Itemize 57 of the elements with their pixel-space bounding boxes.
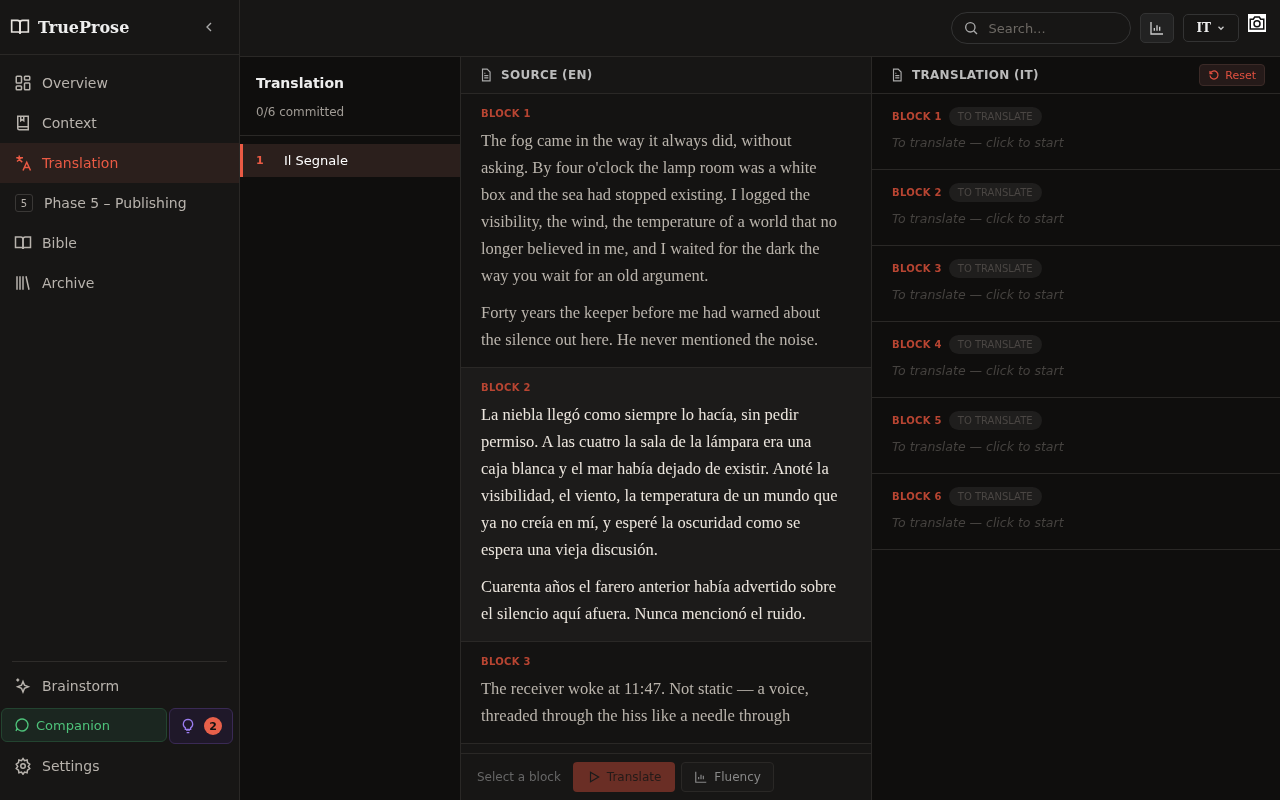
block-label: BLOCK 2 [892, 187, 942, 198]
nav-item[interactable]: 5 Phase 5 – Publishing [0, 183, 239, 223]
bar-chart-icon [694, 770, 709, 784]
book-icon [14, 114, 32, 132]
block-label: BLOCK 1 [481, 108, 532, 119]
paragraph: Forty years the keeper before me had warned about the silence out here. He never mentioned the noise. [481, 302, 822, 351]
stats-button[interactable] [1140, 13, 1175, 43]
brainstorm-item[interactable]: Brainstorm [0, 666, 239, 706]
nav-item[interactable]: Overview [0, 63, 239, 103]
document-icon [479, 68, 493, 82]
paragraph: La niebla llegó como siempre lo hacía, sin pedir permiso. A las cuatro la sala de la lámpara era una caja blanca y el mar había dejado de existir. Anoté la visibilidad, el viento, la temperatura de un mundo que ya no creía en mí, y esperé la oscuridad como se espera una vieja discusión. [481, 404, 839, 561]
library-icon [14, 274, 32, 292]
paragraph: Cuarenta años el farero anterior había advertido sobre el silencio aquí afuera. Nunca mencionó el ruido. [481, 576, 838, 625]
source-block[interactable] [461, 368, 871, 642]
nav-item[interactable]: Translation [0, 143, 239, 183]
nav-item[interactable]: Bible [0, 223, 239, 263]
block-label: BLOCK 6 [892, 491, 942, 502]
companion-button[interactable]: Companion [1, 708, 167, 742]
app-logo: TrueProse [38, 17, 131, 37]
grid-icon [14, 74, 32, 92]
block-label: BLOCK 3 [481, 656, 532, 667]
language-select[interactable]: IT [1183, 14, 1239, 42]
pane-title: SOURCE (EN) [501, 68, 594, 82]
panel-title: Translation [256, 75, 345, 91]
search-icon [963, 20, 980, 36]
pane-title: TRANSLATION (IT) [912, 68, 1040, 82]
block-label: BLOCK 2 [481, 382, 532, 393]
undo-icon [1208, 69, 1221, 81]
hint-text: Select a block [477, 770, 561, 784]
fluency-button[interactable]: Fluency [681, 762, 774, 792]
reset-button[interactable]: Reset [1199, 64, 1265, 86]
chapter-item[interactable]: 1 Il Segnale [240, 144, 460, 177]
settings-item[interactable]: Settings [0, 746, 239, 786]
document-icon [890, 68, 904, 82]
sparkles-icon [14, 677, 32, 695]
block-label: BLOCK 1 [892, 111, 942, 122]
progress-text: 0/6 committed [256, 105, 346, 119]
paragraph: The fog came in the way it always did, without asking. By four o'clock the lamp room was a white box and the sea had stopped existing. I logged the visibility, the wind, the temperature of a world that no longer believed in me, and I waited for the dark the way you wait for an old argument. [481, 130, 838, 287]
count-badge: 2 [204, 717, 222, 735]
chat-bubble-icon [14, 717, 30, 733]
lightbulb-icon [180, 718, 196, 734]
camera-button[interactable] [1248, 14, 1266, 32]
camera-icon [1248, 14, 1266, 32]
open-book-icon [14, 234, 32, 252]
bar-chart-icon [1149, 20, 1166, 36]
nav-item[interactable]: Archive [0, 263, 239, 303]
block-label: BLOCK 5 [892, 415, 942, 426]
nav-item[interactable]: Context [0, 103, 239, 143]
paragraph: The receiver woke at 11:47. Not static — a voice, threaded through the hiss like a needle through [481, 678, 810, 727]
search-field[interactable]: Search... [951, 12, 1132, 44]
ideas-button[interactable]: 2 [169, 708, 233, 744]
book-icon [10, 17, 30, 37]
block-label: BLOCK 3 [892, 263, 942, 274]
phase-number: 5 [15, 194, 33, 212]
block-label: BLOCK 4 [892, 339, 942, 350]
settings-icon [14, 757, 32, 775]
translate-icon [14, 154, 32, 172]
